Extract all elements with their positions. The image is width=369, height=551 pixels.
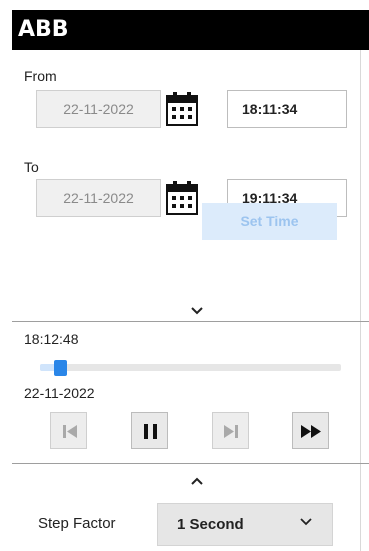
timeline-slider-track[interactable]	[40, 364, 341, 371]
current-time: 18:12:48	[24, 331, 79, 347]
to-label: To	[24, 159, 39, 175]
from-date-field[interactable]: 22-11-2022	[36, 90, 161, 128]
skip-start-icon	[63, 425, 77, 438]
step-factor-label: Step Factor	[38, 515, 116, 532]
timeline-slider-thumb[interactable]	[54, 360, 68, 376]
step-forward-button[interactable]	[212, 412, 249, 449]
from-time-field[interactable]: 18:11:34	[227, 90, 347, 128]
abb-logo: ABB	[18, 17, 69, 42]
chevron-down-icon[interactable]	[190, 306, 204, 316]
pause-icon	[144, 424, 157, 439]
step-forward-icon	[224, 425, 238, 438]
pause-button[interactable]	[131, 412, 168, 449]
calendar-icon[interactable]	[165, 180, 199, 216]
skip-to-start-button[interactable]	[50, 412, 87, 449]
section-divider	[12, 321, 369, 322]
from-label: From	[24, 68, 57, 84]
calendar-icon[interactable]	[165, 91, 199, 127]
current-date: 22-11-2022	[24, 385, 95, 401]
chevron-down-icon	[300, 518, 312, 526]
fast-forward-button[interactable]	[292, 412, 329, 449]
chevron-up-icon[interactable]	[190, 476, 204, 486]
fast-forward-icon	[301, 425, 321, 438]
section-divider	[12, 463, 369, 464]
app-header: ABB	[12, 10, 369, 50]
set-time-button[interactable]: Set Time	[202, 203, 337, 240]
to-date-field[interactable]: 22-11-2022	[36, 179, 161, 217]
